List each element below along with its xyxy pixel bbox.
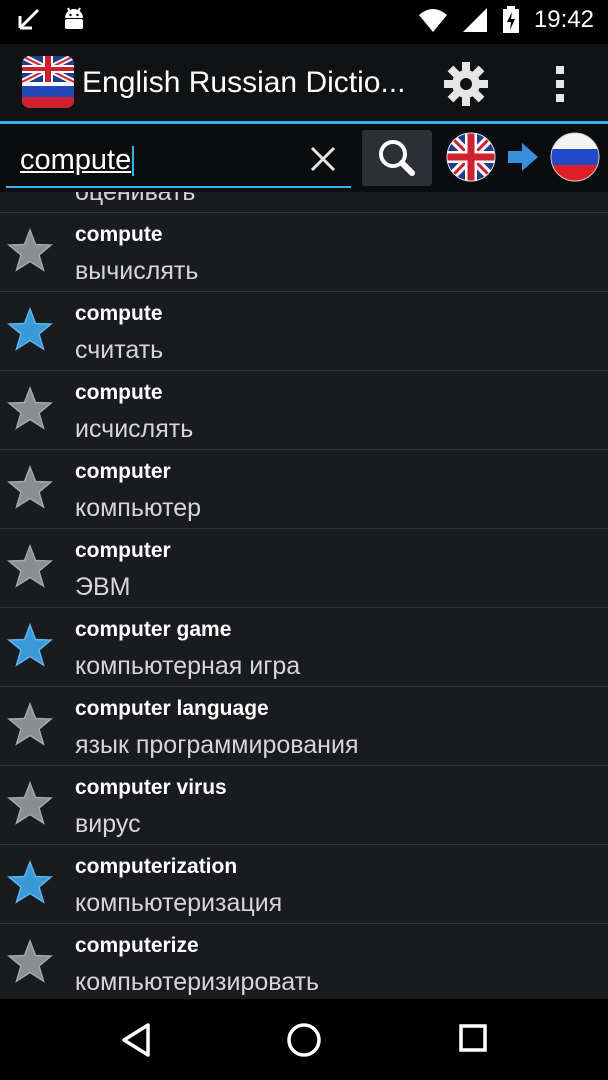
clear-icon[interactable] <box>306 142 340 176</box>
overflow-menu-icon[interactable] <box>545 62 575 106</box>
favorite-star-icon[interactable] <box>6 859 54 907</box>
search-bar: compute <box>0 124 608 192</box>
list-item[interactable]: compute считать <box>0 292 608 371</box>
home-icon[interactable] <box>285 1021 323 1059</box>
app-bar: English Russian Dictio... <box>0 44 608 124</box>
favorite-star-icon[interactable] <box>6 227 54 275</box>
list-item[interactable]: compute исчислять <box>0 371 608 450</box>
search-icon <box>379 140 415 176</box>
entry-word: computer <box>75 539 171 562</box>
entry-translation: язык программирования <box>75 731 359 759</box>
entry-translation: исчислять <box>75 415 194 443</box>
signal-icon <box>462 8 487 32</box>
list-item[interactable]: computer ЭВМ <box>0 529 608 608</box>
navigation-bar <box>0 999 608 1080</box>
uk-flag-icon[interactable] <box>446 132 496 182</box>
list-item[interactable]: compute вычислять <box>0 213 608 292</box>
entry-translation: вычислять <box>75 257 199 285</box>
entry-translation: компьютерная игра <box>75 652 301 680</box>
russia-flag-icon[interactable] <box>550 132 600 182</box>
list-item[interactable]: computer virus вирус <box>0 766 608 845</box>
search-input[interactable]: compute <box>6 130 351 188</box>
favorite-star-icon[interactable] <box>6 385 54 433</box>
clock: 19:42 <box>533 6 594 33</box>
recents-icon[interactable] <box>458 1023 488 1053</box>
app-title: English Russian Dictio... <box>82 66 406 99</box>
entry-word: compute <box>75 381 163 404</box>
search-button[interactable] <box>362 130 432 186</box>
list-item[interactable]: computerization компьютеризация <box>0 845 608 924</box>
list-item[interactable]: computerize компьютеризировать <box>0 924 608 999</box>
gear-icon[interactable] <box>442 60 490 108</box>
favorite-star-icon[interactable] <box>6 543 54 591</box>
android-icon <box>65 7 83 29</box>
search-query[interactable]: compute <box>20 144 135 177</box>
entry-word: compute <box>75 223 163 246</box>
entry-translation: компьютер <box>75 494 202 522</box>
entry-word: computerization <box>75 855 238 878</box>
entry-translation: ЭВМ <box>75 573 131 601</box>
entry-translation: компьютеризация <box>75 889 283 917</box>
favorite-star-icon[interactable] <box>6 622 54 670</box>
status-bar: 19:42 <box>0 0 608 44</box>
entry-translation: считать <box>75 336 164 364</box>
battery-charging-icon <box>502 6 519 33</box>
entry-word: computer language <box>75 697 269 720</box>
arrow-right-icon <box>508 143 538 171</box>
entry-translation: вирус <box>75 810 141 838</box>
favorite-star-icon[interactable] <box>6 938 54 986</box>
entry-word: computer <box>75 460 171 483</box>
app-flag-icon[interactable] <box>22 56 74 108</box>
list-item[interactable]: computer game компьютерная игра <box>0 608 608 687</box>
entry-word: computerize <box>75 934 199 957</box>
favorite-star-icon[interactable] <box>6 464 54 512</box>
results-list[interactable]: оценивать compute вычислять compute считать… <box>0 192 608 999</box>
back-icon[interactable] <box>118 1021 154 1059</box>
favorite-star-icon[interactable] <box>6 701 54 749</box>
partial-translation: оценивать <box>75 192 196 206</box>
favorite-star-icon[interactable] <box>6 780 54 828</box>
favorite-star-icon[interactable] <box>6 306 54 354</box>
wifi-icon <box>418 9 447 32</box>
entry-translation: компьютеризировать <box>75 968 320 996</box>
list-item[interactable]: computer language язык программирования <box>0 687 608 766</box>
missed-call-icon <box>18 8 40 30</box>
entry-word: computer game <box>75 618 232 641</box>
entry-word: compute <box>75 302 163 325</box>
entry-word: computer virus <box>75 776 227 799</box>
list-item[interactable]: computer компьютер <box>0 450 608 529</box>
